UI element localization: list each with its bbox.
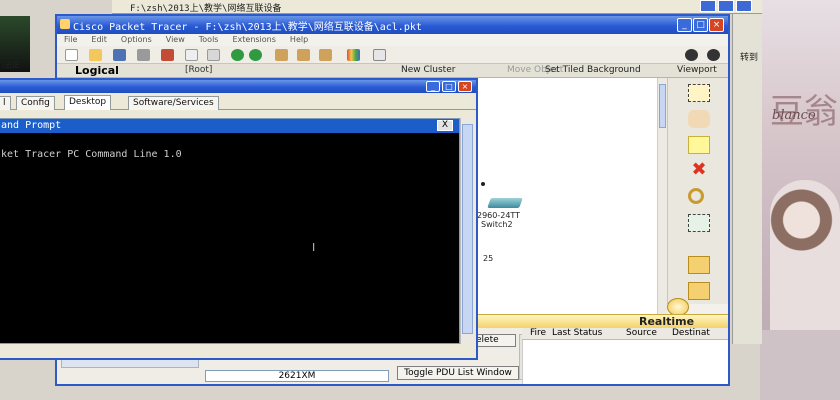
wallpaper-text-small: blanco: [772, 108, 816, 123]
command-prompt-close-button[interactable]: X: [437, 120, 453, 131]
add-complex-pdu-icon[interactable]: [688, 282, 710, 300]
inspect-icon[interactable]: [688, 188, 704, 204]
menu-file[interactable]: File: [64, 35, 77, 44]
realtime-bar[interactable]: Realtime: [477, 314, 728, 328]
column-fire[interactable]: Fire: [530, 328, 546, 338]
menu-extensions[interactable]: Extensions: [232, 35, 275, 44]
folder-window-controls[interactable]: [700, 0, 762, 14]
pt-titlebar[interactable]: Cisco Packet Tracer - F:\zsh\2013上\教学\网络…: [57, 16, 728, 34]
realtime-label: Realtime: [639, 315, 695, 328]
column-source[interactable]: Source: [626, 328, 657, 338]
menu-view[interactable]: View: [166, 35, 185, 44]
undo-icon[interactable]: [231, 49, 244, 61]
custom-device-icon[interactable]: [373, 49, 386, 61]
new-file-icon[interactable]: [65, 49, 78, 61]
wallpaper-photo: [770, 180, 840, 340]
menu-tools[interactable]: Tools: [199, 35, 219, 44]
info-icon[interactable]: [685, 49, 698, 61]
note-icon[interactable]: [688, 136, 710, 154]
delete-button[interactable]: elete: [472, 334, 516, 347]
folder-sidebar: [732, 14, 762, 344]
wallpaper-thumbnails: [760, 330, 840, 400]
column-last-status[interactable]: Last Status: [552, 328, 602, 338]
zoom-in-icon[interactable]: [275, 49, 288, 61]
minimize-icon[interactable]: [700, 0, 716, 12]
close-button[interactable]: ×: [458, 81, 472, 92]
menu-help[interactable]: Help: [290, 35, 308, 44]
pc-dialog-titlebar[interactable]: _ □ ×: [0, 80, 476, 93]
command-prompt-title: and Prompt: [1, 120, 62, 131]
maximize-button[interactable]: □: [442, 81, 456, 92]
paste-icon[interactable]: [207, 49, 220, 61]
help-icon[interactable]: [707, 49, 720, 61]
pt-menubar: File Edit Options View Tools Extensions Help: [57, 34, 728, 46]
tab-software-services[interactable]: Software/Services: [128, 96, 219, 110]
text-cursor-icon: I: [312, 241, 316, 254]
menu-options[interactable]: Options: [121, 35, 152, 44]
folder-goto-link[interactable]: 转到: [740, 50, 758, 63]
delete-icon[interactable]: ✖: [688, 161, 710, 180]
scroll-thumb[interactable]: [462, 124, 473, 334]
activity-wizard-icon[interactable]: [161, 49, 174, 61]
new-cluster-button[interactable]: New Cluster: [401, 65, 455, 75]
tab-desktop[interactable]: Desktop: [64, 95, 112, 110]
pt-window-title: Cisco Packet Tracer - F:\zsh\2013上\教学\网络…: [73, 22, 422, 33]
link-endpoint: [481, 182, 485, 186]
hand-move-icon[interactable]: [688, 110, 710, 128]
device-label-fragment: 25: [483, 254, 494, 263]
redo-icon[interactable]: [249, 49, 262, 61]
save-icon[interactable]: [113, 49, 126, 61]
switch-model-label: 2960-24TT: [477, 211, 521, 220]
zoom-out-icon[interactable]: [319, 49, 332, 61]
select-tool-icon[interactable]: [688, 84, 710, 102]
folder-window-title: F:\zsh\2013上\教学\网络互联设备: [130, 4, 282, 14]
column-destination[interactable]: Destinat: [672, 328, 710, 338]
switch-name-label: Switch2: [481, 220, 513, 229]
close-icon[interactable]: [736, 0, 752, 12]
pt-toolbar: [57, 46, 728, 64]
pc-dialog-tabs: l Config Desktop Software/Services: [0, 94, 476, 110]
zoom-reset-icon[interactable]: [297, 49, 310, 61]
command-prompt-titlebar[interactable]: and Prompt X: [0, 119, 459, 133]
app-icon: [60, 19, 70, 29]
minimize-button[interactable]: _: [677, 18, 692, 32]
copy-icon[interactable]: [185, 49, 198, 61]
workspace-vertical-scrollbar[interactable]: [657, 78, 667, 314]
viewport-button[interactable]: Viewport: [677, 65, 717, 75]
root-label[interactable]: [Root]: [185, 65, 212, 75]
logical-bar: Logical [Root] New Cluster Move Object S…: [57, 64, 728, 78]
print-icon[interactable]: [137, 49, 150, 61]
switch-icon[interactable]: [487, 198, 523, 208]
logical-tab[interactable]: Logical: [75, 64, 119, 77]
scroll-thumb[interactable]: [659, 84, 666, 128]
avatar-label: i云IE: [2, 61, 20, 70]
tab-physical[interactable]: l: [0, 96, 11, 110]
maximize-icon[interactable]: [718, 0, 734, 12]
event-list-header: Fire Last Status Source Destinat: [522, 328, 728, 340]
open-folder-icon[interactable]: [89, 49, 102, 61]
common-tools-panel: ✖: [667, 78, 728, 304]
device-model-field[interactable]: 2621XM: [205, 370, 389, 382]
maximize-button[interactable]: □: [693, 18, 708, 32]
resize-shape-icon[interactable]: [688, 214, 710, 232]
close-button[interactable]: ×: [709, 18, 724, 32]
tab-config[interactable]: Config: [16, 96, 55, 110]
pc-dialog: _ □ × l Config Desktop Software/Services…: [0, 78, 478, 360]
palette-icon[interactable]: [347, 49, 360, 61]
menu-edit[interactable]: Edit: [91, 35, 107, 44]
command-prompt-window[interactable]: and Prompt X ket Tracer PC Command Line …: [0, 118, 460, 344]
toggle-pdu-list-button[interactable]: Toggle PDU List Window: [397, 366, 519, 380]
minimize-button[interactable]: _: [426, 81, 440, 92]
add-simple-pdu-icon[interactable]: [688, 256, 710, 274]
set-tiled-background-button[interactable]: Set Tiled Background: [545, 65, 641, 75]
event-list[interactable]: [522, 340, 728, 384]
command-line-output: ket Tracer PC Command Line 1.0: [1, 149, 182, 160]
command-prompt-scrollbar[interactable]: [460, 118, 474, 344]
